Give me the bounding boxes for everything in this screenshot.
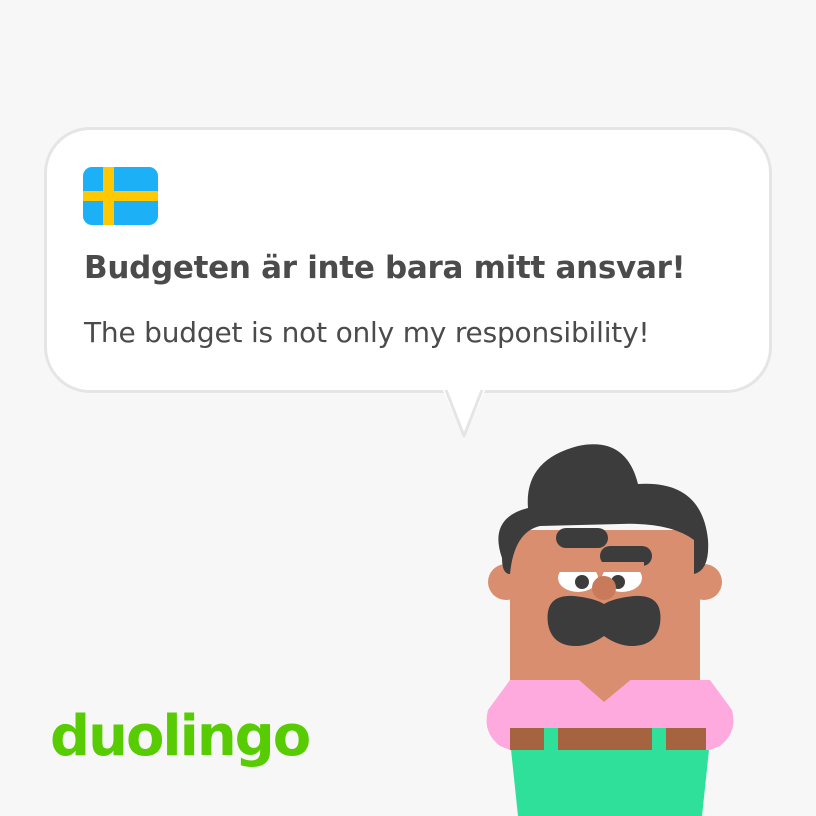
sentence-text: Budgeten är inte bara mitt ansvar!: [84, 250, 686, 286]
duolingo-logo: duolingo: [50, 704, 311, 769]
sweden-flag-icon: [83, 167, 158, 225]
speech-bubble-tail: [442, 388, 486, 438]
oscar-character-icon: [486, 444, 734, 816]
translation-text: The budget is not only my responsibility…: [84, 316, 650, 349]
